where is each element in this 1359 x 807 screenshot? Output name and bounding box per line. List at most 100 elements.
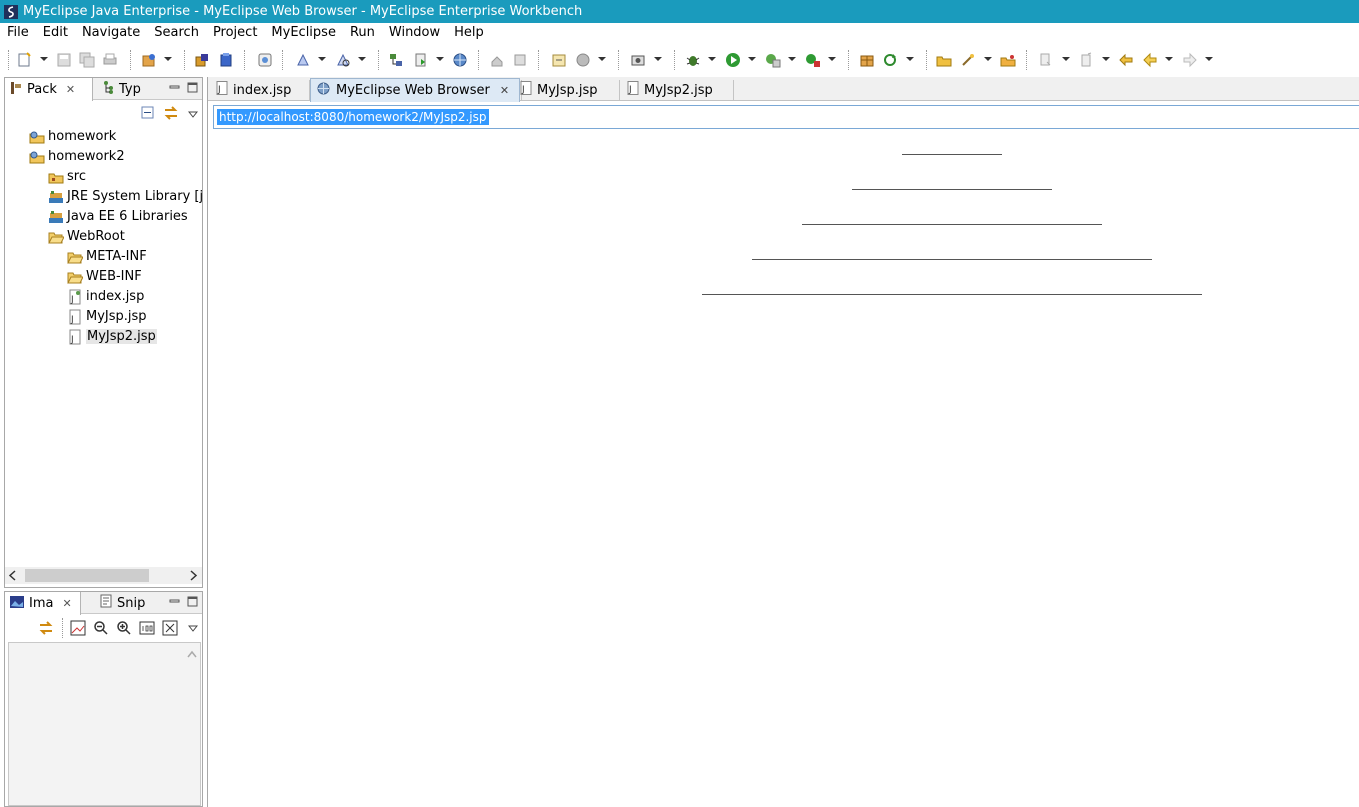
web-globe-icon[interactable] [451, 51, 469, 69]
back-arrow-icon[interactable] [1141, 51, 1159, 69]
collapse-all-icon[interactable] [141, 106, 155, 120]
link-image-icon[interactable] [38, 620, 54, 640]
back-history-icon[interactable] [488, 51, 506, 69]
network-icon[interactable] [574, 51, 592, 69]
open-type-dropdown-icon[interactable] [358, 57, 366, 61]
menu-file[interactable]: File [0, 24, 36, 42]
coverage-icon[interactable] [764, 51, 782, 69]
open-project-icon[interactable] [999, 51, 1017, 69]
url-bar[interactable]: http://localhost:8080/homework2/MyJsp2.j… [213, 105, 1359, 129]
vertical-scrollbar[interactable] [184, 643, 200, 805]
scroll-right-icon[interactable] [188, 570, 198, 585]
close-icon[interactable]: ✕ [500, 84, 509, 97]
new-dropdown-icon[interactable] [40, 57, 48, 61]
menu-search[interactable]: Search [147, 24, 206, 42]
tab-type-hierarchy[interactable]: Typ [97, 78, 157, 100]
menu-edit[interactable]: Edit [36, 24, 75, 42]
tree-item-myjsp-jsp[interactable]: J MyJsp.jsp [67, 307, 147, 326]
new-web-project-icon[interactable] [140, 51, 158, 69]
maximize-icon[interactable] [187, 596, 198, 607]
open-type-icon[interactable] [334, 51, 352, 69]
scroll-up-icon[interactable] [187, 647, 197, 662]
menu-myeclipse[interactable]: MyEclipse [264, 24, 343, 42]
close-icon[interactable]: ✕ [62, 597, 71, 610]
scroll-left-icon[interactable] [8, 570, 18, 585]
ejb-icon[interactable] [858, 51, 876, 69]
forward-history-icon[interactable] [511, 51, 529, 69]
server-icon[interactable] [217, 51, 235, 69]
new-project-dropdown-icon[interactable] [164, 57, 172, 61]
tab-package-explorer[interactable]: Pack ✕ [5, 78, 93, 101]
fit-window-icon[interactable] [162, 620, 178, 640]
open-browser-icon[interactable] [256, 51, 274, 69]
debug-icon[interactable] [684, 51, 702, 69]
actual-size-icon[interactable] [139, 620, 155, 640]
menu-project[interactable]: Project [206, 24, 264, 42]
tab-index-jsp[interactable]: J index.jsp [210, 79, 308, 101]
run-web-icon[interactable] [412, 51, 430, 69]
next-annotation-dropdown-icon[interactable] [1062, 57, 1070, 61]
minimize-icon[interactable] [169, 596, 180, 607]
tree-item-src[interactable]: src [48, 167, 86, 186]
tree-item-jre-system-library[interactable]: JRE System Library [jdk [48, 187, 203, 206]
tree-item-web-inf[interactable]: WEB-INF [67, 267, 142, 286]
view-menu-icon[interactable] [187, 622, 199, 637]
view-menu-icon[interactable] [187, 108, 199, 123]
debug-dropdown-icon[interactable] [708, 57, 716, 61]
wand-dropdown-icon[interactable] [984, 57, 992, 61]
tree-item-index-jsp[interactable]: J index.jsp [67, 287, 144, 306]
run-dropdown-icon[interactable] [748, 57, 756, 61]
tab-image-viewer[interactable]: Ima ✕ [5, 592, 81, 615]
tab-web-browser[interactable]: MyEclipse Web Browser ✕ [310, 78, 520, 102]
close-icon[interactable]: ✕ [66, 83, 75, 96]
external-tools-icon[interactable] [804, 51, 822, 69]
run-icon[interactable] [724, 51, 742, 69]
last-edit-location-icon[interactable] [1117, 51, 1135, 69]
tree-item-meta-inf[interactable]: META-INF [67, 247, 147, 266]
scroll-thumb[interactable] [25, 569, 149, 582]
new-java-class-icon[interactable] [294, 51, 312, 69]
tab-snippets[interactable]: Snip [95, 592, 155, 614]
forward-dropdown-icon[interactable] [1205, 57, 1213, 61]
fit-image-icon[interactable] [70, 620, 86, 640]
save-icon[interactable] [55, 51, 73, 69]
tree-item-java-ee-libraries[interactable]: Java EE 6 Libraries [48, 207, 188, 226]
tab-myjsp2-jsp[interactable]: J MyJsp2.jsp [621, 79, 734, 101]
deploy-icon[interactable] [193, 51, 211, 69]
hierarchy-icon[interactable] [387, 51, 405, 69]
coverage-dropdown-icon[interactable] [788, 57, 796, 61]
open-folder-icon[interactable] [935, 51, 953, 69]
screenshot-dropdown-icon[interactable] [654, 57, 662, 61]
menu-navigate[interactable]: Navigate [75, 24, 147, 42]
tree-item-homework[interactable]: homework [29, 127, 116, 146]
new-class-dropdown-icon[interactable] [318, 57, 326, 61]
menu-help[interactable]: Help [447, 24, 491, 42]
previous-annotation-dropdown-icon[interactable] [1102, 57, 1110, 61]
wand-icon[interactable] [959, 51, 977, 69]
horizontal-scrollbar[interactable] [5, 567, 202, 584]
minimize-icon[interactable] [169, 82, 180, 93]
tab-myjsp-jsp[interactable]: J MyJsp.jsp [514, 79, 614, 101]
tree-item-homework2[interactable]: homework2 [29, 147, 125, 166]
maximize-icon[interactable] [187, 82, 198, 93]
refresh-dropdown-icon[interactable] [906, 57, 914, 61]
tree-item-myjsp2-jsp[interactable]: J MyJsp2.jsp [67, 327, 157, 346]
forward-arrow-icon[interactable] [1181, 51, 1199, 69]
run-web-dropdown-icon[interactable] [436, 57, 444, 61]
network-dropdown-icon[interactable] [598, 57, 606, 61]
new-jsp-icon[interactable] [550, 51, 568, 69]
previous-annotation-icon[interactable] [1078, 51, 1096, 69]
external-tools-dropdown-icon[interactable] [828, 57, 836, 61]
link-with-editor-icon[interactable] [163, 106, 179, 120]
zoom-in-icon[interactable] [116, 620, 132, 640]
back-dropdown-icon[interactable] [1165, 57, 1173, 61]
tree-item-webroot[interactable]: WebRoot [48, 227, 125, 246]
refresh-icon[interactable] [881, 51, 899, 69]
save-all-icon[interactable] [78, 51, 96, 69]
zoom-out-icon[interactable] [93, 620, 109, 640]
menu-run[interactable]: Run [343, 24, 382, 42]
screenshot-icon[interactable] [629, 51, 647, 69]
menu-window[interactable]: Window [382, 24, 447, 42]
new-icon[interactable] [16, 51, 34, 69]
print-icon[interactable] [101, 51, 119, 69]
